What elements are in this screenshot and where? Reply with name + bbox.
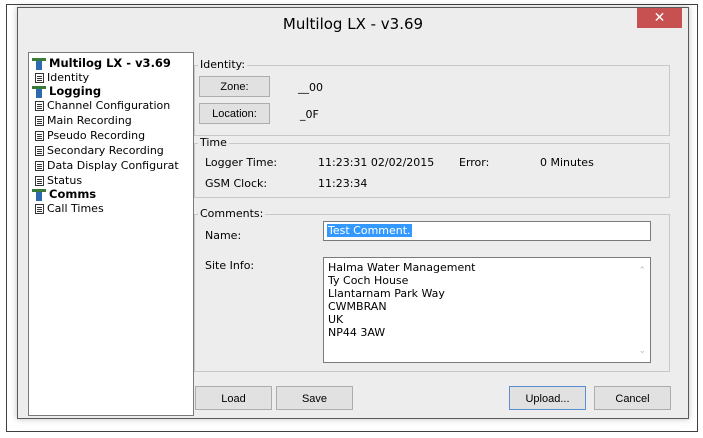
error-label: Error: [459, 156, 490, 169]
window-title: Multilog LX - v3.69 [282, 15, 424, 33]
tree-item-label: Main Recording [47, 114, 132, 127]
scroll-up-icon[interactable]: ⌃ [638, 266, 646, 276]
title-bar: Multilog LX - v3.69 ✕ [18, 8, 688, 38]
zone-button[interactable]: Zone: [199, 76, 270, 97]
save-button[interactable]: Save [276, 386, 353, 410]
name-input[interactable]: Test Comment. [323, 221, 651, 241]
scroll-down-icon[interactable]: ⌄ [638, 346, 646, 356]
location-button[interactable]: Location: [199, 103, 270, 124]
tree-group-logging[interactable]: Logging [32, 84, 101, 98]
tree-group-comms[interactable]: Comms [32, 187, 96, 201]
gsm-clock-label: GSM Clock: [205, 177, 268, 190]
tree-item-channel-configuration[interactable]: Channel Configuration [35, 99, 170, 113]
tree-item-label: Identity [47, 71, 90, 84]
page-icon [35, 161, 44, 171]
page-icon [35, 73, 44, 83]
page-icon [35, 101, 44, 111]
identity-group-title: Identity: [198, 58, 248, 71]
site-info-line: CWMBRAN [328, 300, 387, 313]
page-icon [35, 204, 44, 214]
site-info-line: NP44 3AW [328, 326, 386, 339]
navigation-tree[interactable]: Multilog LX - v3.69 Identity Logging Cha… [28, 52, 194, 416]
time-group-title: Time [198, 136, 229, 149]
load-button[interactable]: Load [195, 386, 272, 410]
page-icon [35, 131, 44, 141]
tree-item-label: Call Times [47, 202, 104, 215]
site-info-line: UK [328, 313, 344, 326]
tree-item-label: Status [47, 174, 83, 187]
tree-item-call-times[interactable]: Call Times [35, 202, 104, 216]
group-folder-icon [32, 57, 46, 70]
tree-item-label: Secondary Recording [47, 144, 164, 157]
site-info-line: Llantarnam Park Way [328, 287, 445, 300]
site-info-label: Site Info: [205, 259, 255, 272]
dialog-window: Multilog LX - v3.69 ✕ Multilog LX - v3.6… [17, 7, 689, 419]
site-info-line: Ty Coch House [328, 274, 409, 287]
page-icon [35, 146, 44, 156]
tree-item-status[interactable]: Status [35, 174, 82, 188]
page-icon [35, 176, 44, 186]
site-info-line: Halma Water Management [328, 261, 476, 274]
tree-item-identity[interactable]: Identity [35, 71, 89, 85]
group-folder-icon [32, 85, 46, 98]
tree-item-label: Multilog LX - v3.69 [49, 56, 171, 70]
location-value: _0F [300, 108, 319, 121]
gsm-clock-value: 11:23:34 [318, 177, 368, 190]
close-button[interactable]: ✕ [637, 8, 682, 28]
logger-time-value: 11:23:31 02/02/2015 [318, 156, 435, 169]
tree-item-label: Comms [49, 187, 97, 201]
site-info-textarea[interactable]: Halma Water Management Ty Coch House Lla… [323, 257, 651, 363]
name-input-value: Test Comment. [327, 224, 412, 237]
tree-item-label: Channel Configuration [47, 99, 171, 112]
tree-item-pseudo-recording[interactable]: Pseudo Recording [35, 129, 145, 143]
tree-item-label: Logging [49, 84, 102, 98]
tree-item-main-recording[interactable]: Main Recording [35, 114, 132, 128]
cancel-button[interactable]: Cancel [594, 386, 671, 410]
tree-item-label: Data Display Configurat [47, 159, 179, 172]
logger-time-label: Logger Time: [205, 156, 278, 169]
tree-item-label: Pseudo Recording [47, 129, 146, 142]
zone-value: __00 [298, 81, 323, 94]
tree-group-multilog[interactable]: Multilog LX - v3.69 [32, 56, 171, 70]
page-icon [35, 116, 44, 126]
comments-group-title: Comments: [198, 207, 266, 220]
tree-item-data-display-configuration[interactable]: Data Display Configurat [35, 159, 179, 173]
upload-button[interactable]: Upload... [509, 386, 586, 410]
group-folder-icon [32, 188, 46, 201]
tree-item-secondary-recording[interactable]: Secondary Recording [35, 144, 164, 158]
error-value: 0 Minutes [540, 156, 594, 169]
name-label: Name: [205, 229, 242, 242]
